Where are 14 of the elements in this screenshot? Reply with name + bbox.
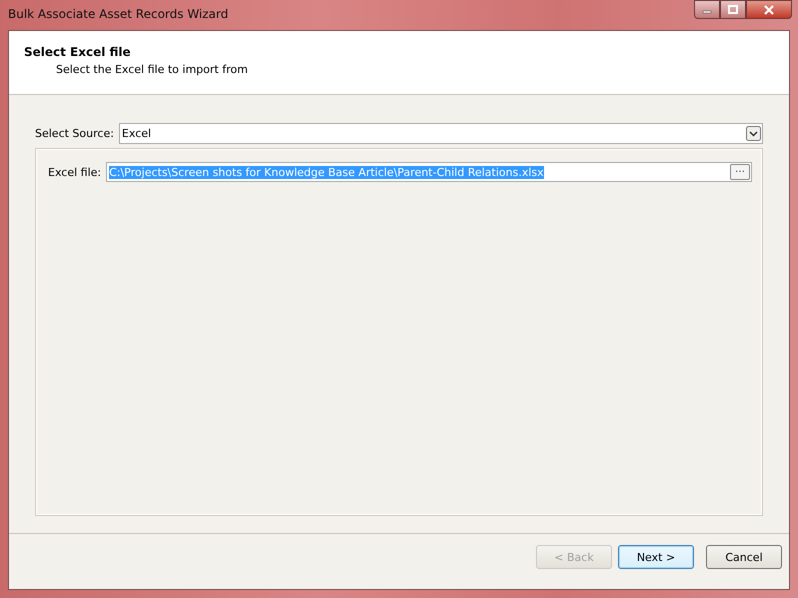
source-dropdown[interactable]: Excel — [118, 123, 763, 144]
file-label: Excel file: — [48, 166, 102, 178]
wizard-button[interactable]: Next > — [618, 545, 694, 569]
window-title: Bulk Associate Asset Records Wizard — [8, 7, 228, 21]
maximize-button[interactable] — [720, 0, 746, 19]
browse-button[interactable]: ··· — [730, 164, 750, 180]
page-subtitle: Select the Excel file to import from — [56, 63, 249, 76]
source-label: Select Source: — [35, 127, 114, 140]
page-title: Select Excel file — [24, 45, 132, 59]
close-icon — [763, 4, 775, 14]
wizard-button[interactable]: Cancel — [706, 545, 782, 569]
close-button[interactable] — [746, 0, 792, 19]
minimize-button[interactable] — [694, 0, 720, 19]
maximize-icon — [728, 5, 738, 14]
